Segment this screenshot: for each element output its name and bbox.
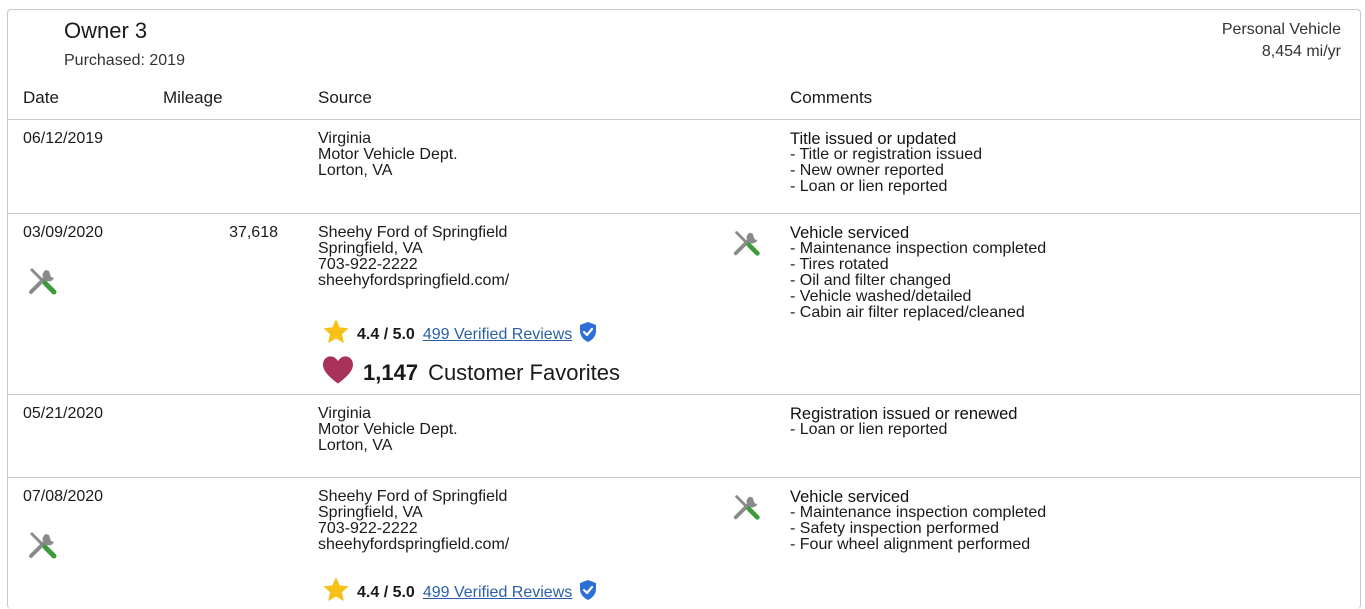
source-line: Springfield, VA <box>318 240 423 257</box>
record-date: 03/09/2020 <box>23 224 104 241</box>
source-line: Motor Vehicle Dept. <box>318 421 458 438</box>
source-line: sheehyfordspringfield.com/ <box>318 272 510 289</box>
source-line: Springfield, VA <box>318 504 423 521</box>
comment-item: - Safety inspection performed <box>790 520 999 537</box>
verified-reviews-link[interactable]: 499 Verified Reviews <box>423 326 572 344</box>
comment-title: Title issued or updated <box>790 130 957 148</box>
customer-favorites: 1,147 Customer Favorites <box>321 355 620 391</box>
record-source: Virginia Motor Vehicle Dept. Lorton, VA <box>318 131 458 179</box>
star-icon <box>321 576 351 609</box>
usage-summary: Personal Vehicle 8,454 mi/yr <box>1222 19 1341 63</box>
record-comments: Registration issued or renewed - Loan or… <box>790 406 1017 438</box>
record-source: Sheehy Ford of Springfield Springfield, … <box>318 225 509 289</box>
dealer-rating: 4.4 / 5.0 499 Verified Reviews <box>321 576 598 609</box>
comment-item: - Oil and filter changed <box>790 272 951 289</box>
comment-title: Vehicle serviced <box>790 224 910 242</box>
table-row: 05/21/2020 Virginia Motor Vehicle Dept. … <box>8 395 1360 478</box>
record-date: 05/21/2020 <box>23 405 104 422</box>
rating-score: 4.4 / 5.0 <box>357 325 415 343</box>
record-comments: Title issued or updated - Title or regis… <box>790 131 982 195</box>
source-line: Lorton, VA <box>318 162 393 179</box>
heart-icon <box>321 355 355 391</box>
source-line: Motor Vehicle Dept. <box>318 146 458 163</box>
record-mileage: 37,618 <box>229 224 278 241</box>
verified-badge-icon <box>578 321 598 348</box>
table-row: 07/08/2020 Sheehy Ford of Springfield Sp… <box>8 478 1360 609</box>
comment-item: - Maintenance inspection completed <box>790 504 1047 521</box>
column-header-date: Date <box>23 88 59 107</box>
source-line: sheehyfordspringfield.com/ <box>318 536 510 553</box>
comment-item: - Cabin air filter replaced/cleaned <box>790 304 1025 321</box>
source-line: Sheehy Ford of Springfield <box>318 224 508 241</box>
comment-item: - Tires rotated <box>790 256 889 273</box>
source-line: 703-922-2222 <box>318 256 418 273</box>
owner-history-card: Owner 3 Purchased: 2019 Personal Vehicle… <box>7 9 1361 609</box>
comment-item: - New owner reported <box>790 162 944 179</box>
rating-score: 4.4 / 5.0 <box>357 583 415 601</box>
source-line: Virginia <box>318 405 372 422</box>
record-date: 07/08/2020 <box>23 488 104 505</box>
column-header-comments: Comments <box>790 88 873 107</box>
comment-title: Vehicle serviced <box>790 488 910 506</box>
comment-item: - Loan or lien reported <box>790 178 948 195</box>
service-tools-icon <box>731 491 763 528</box>
verified-badge-icon <box>578 579 598 606</box>
record-comments: Vehicle serviced - Maintenance inspectio… <box>790 225 1046 321</box>
comment-item: - Title or registration issued <box>790 146 983 163</box>
record-source: Virginia Motor Vehicle Dept. Lorton, VA <box>318 406 458 454</box>
source-line: Lorton, VA <box>318 437 393 454</box>
usage-type: Personal Vehicle <box>1221 21 1341 38</box>
service-tools-icon <box>26 264 60 303</box>
column-header-mileage: Mileage <box>163 88 223 107</box>
record-comments: Vehicle serviced - Maintenance inspectio… <box>790 489 1046 553</box>
favorites-count: 1,147 <box>363 360 419 385</box>
table-header: Date Mileage Source Comments <box>8 73 1360 120</box>
service-tools-icon <box>731 227 763 264</box>
source-line: Sheehy Ford of Springfield <box>318 488 508 505</box>
table-row: 03/09/2020 37,618 Sheehy Ford of Springf… <box>8 214 1360 395</box>
column-header-source: Source <box>318 88 372 107</box>
miles-per-year: 8,454 mi/yr <box>1261 43 1341 60</box>
purchased-year: Purchased: 2019 <box>64 52 185 69</box>
table-row: 06/12/2019 Virginia Motor Vehicle Dept. … <box>8 120 1360 214</box>
owner-title: Owner 3 <box>64 18 148 43</box>
comment-item: - Maintenance inspection completed <box>790 240 1047 257</box>
service-tools-icon <box>26 528 60 567</box>
record-source: Sheehy Ford of Springfield Springfield, … <box>318 489 509 553</box>
star-icon <box>321 318 351 351</box>
favorites-label: Customer Favorites <box>428 360 621 385</box>
verified-reviews-link[interactable]: 499 Verified Reviews <box>423 584 572 602</box>
source-line: Virginia <box>318 130 372 147</box>
comment-item: - Loan or lien reported <box>790 421 948 438</box>
comment-item: - Four wheel alignment performed <box>790 536 1031 553</box>
dealer-rating: 4.4 / 5.0 499 Verified Reviews <box>321 318 598 351</box>
comment-item: - Vehicle washed/detailed <box>790 288 972 305</box>
source-line: 703-922-2222 <box>318 520 418 537</box>
comment-title: Registration issued or renewed <box>790 405 1018 423</box>
record-date: 06/12/2019 <box>23 130 104 147</box>
